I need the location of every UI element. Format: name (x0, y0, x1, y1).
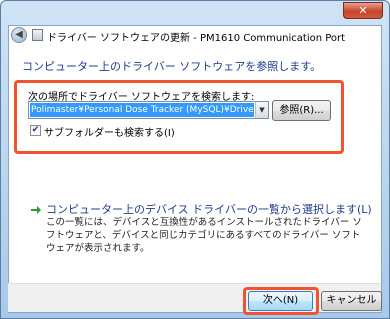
driver-update-window: ✕ (0, 0, 390, 319)
browse-button[interactable]: 参照(R)... (272, 100, 331, 121)
green-arrow-icon (31, 206, 41, 214)
include-subfolders-label: サブフォルダーも検索する(I) (44, 128, 175, 139)
close-button[interactable]: ✕ (343, 2, 383, 19)
search-path-input[interactable]: Polimaster¥Personal Dose Tracker (MySQL)… (30, 103, 254, 117)
include-subfolders-checkbox[interactable]: ✔ (30, 125, 41, 136)
next-button[interactable]: 次へ(N) (248, 291, 313, 311)
close-icon: ✕ (358, 4, 368, 17)
driver-update-icon (32, 29, 43, 41)
cancel-button[interactable]: キャンセル (321, 291, 382, 311)
pick-from-list-description: この一覧には、デバイスと互換性があるインストールされたドライバー ソフトウェアと… (46, 217, 362, 254)
back-arrow-icon: ◀ (15, 29, 23, 40)
search-path-combobox[interactable]: Polimaster¥Personal Dose Tracker (MySQL)… (28, 101, 269, 119)
pick-from-list-link[interactable]: コンピューター上のデバイス ドライバーの一覧から選択します(L) (46, 201, 372, 217)
back-button[interactable]: ◀ (11, 27, 27, 43)
chevron-down-icon[interactable]: ▼ (255, 102, 268, 118)
page-heading: コンピューター上のドライバー ソフトウェアを参照します。 (22, 60, 322, 73)
wizard-title: ドライバー ソフトウェアの更新 - PM1610 Communication P… (47, 33, 346, 44)
